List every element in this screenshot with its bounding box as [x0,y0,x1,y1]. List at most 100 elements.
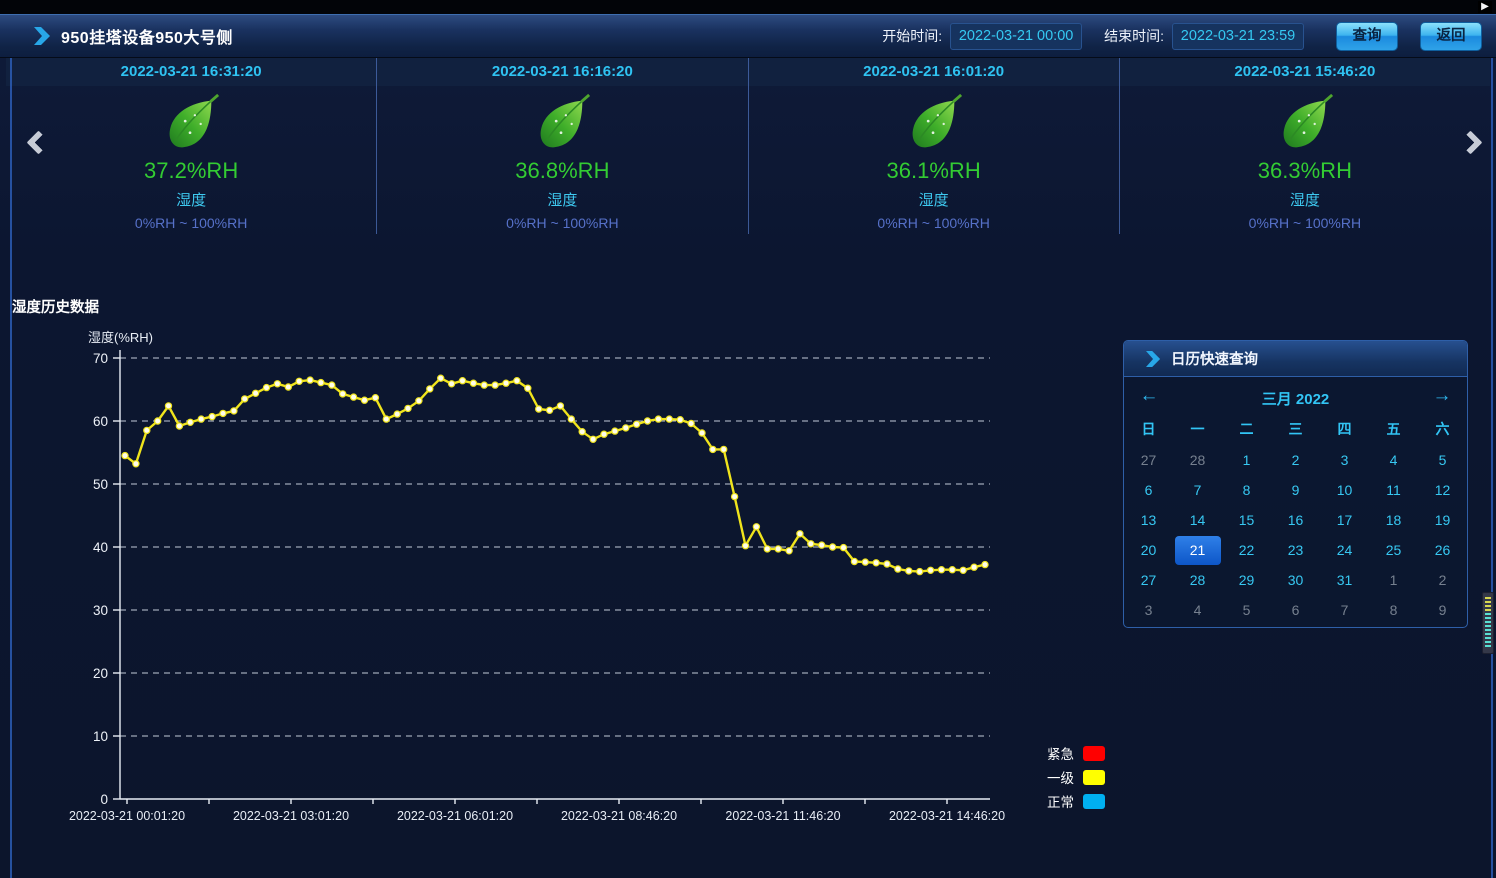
calendar-weekday: 日 [1124,417,1173,445]
calendar-next-month-button[interactable]: → [1429,385,1455,407]
sensor-card: 2022-03-21 15:46:20 36.3%RH 湿度 0%RH ~ 10… [1120,58,1490,234]
calendar-day[interactable]: 10 [1320,475,1369,505]
calendar-day[interactable]: 29 [1222,565,1271,595]
back-button[interactable]: 返回 [1420,22,1482,51]
calendar-day[interactable]: 6 [1124,475,1173,505]
svg-text:30: 30 [93,603,108,618]
legend-swatch [1083,770,1105,785]
calendar-weekday: 三 [1271,417,1320,445]
end-time-label: 结束时间: [1104,26,1164,46]
calendar-month-label: 三月 2022 [1124,388,1467,409]
calendar-day[interactable]: 4 [1369,445,1418,475]
calendar-day[interactable]: 12 [1418,475,1467,505]
calendar-day[interactable]: 28 [1173,565,1222,595]
calendar-day[interactable]: 6 [1271,595,1320,625]
calendar-day[interactable]: 9 [1418,595,1467,625]
metric-label: 湿度 [1290,189,1320,210]
calendar-day[interactable]: 28 [1173,445,1222,475]
calendar-day[interactable]: 3 [1124,595,1173,625]
legend-label: 正常 [1038,791,1074,811]
calendar-day[interactable]: 2 [1271,445,1320,475]
calendar-day[interactable]: 8 [1222,475,1271,505]
calendar-weekday: 五 [1369,417,1418,445]
calendar-weekday: 二 [1222,417,1271,445]
calendar-day[interactable]: 1 [1222,445,1271,475]
svg-text:10: 10 [93,729,108,744]
chevron-left-icon [26,130,50,154]
carousel-next-button[interactable] [1458,128,1492,162]
calendar-day[interactable]: 23 [1271,535,1320,565]
calendar-day[interactable]: 17 [1320,505,1369,535]
calendar-day[interactable]: 18 [1369,505,1418,535]
svg-text:2022-03-21 14:46:20: 2022-03-21 14:46:20 [889,809,1005,823]
calendar-day[interactable]: 8 [1369,595,1418,625]
calendar-header: 日历快速查询 [1124,341,1467,377]
calendar-day-grid: 2728123456789101112131415161718192021222… [1124,445,1467,625]
calendar-day[interactable]: 1 [1369,565,1418,595]
sensor-timestamp: 2022-03-21 16:01:20 [749,58,1119,86]
humidity-line-chart: 0102030405060702022-03-21 00:01:202022-0… [0,332,1040,837]
calendar-day[interactable]: 19 [1418,505,1467,535]
leaf-icon [903,92,965,154]
calendar-day[interactable]: 16 [1271,505,1320,535]
legend-swatch [1083,794,1105,809]
right-accent-line [1491,58,1493,878]
calendar-day[interactable]: 7 [1320,595,1369,625]
end-time-input[interactable]: 2022-03-21 23:59 [1172,23,1304,50]
legend-item: 紧急 [1038,741,1105,765]
calendar-weekday: 四 [1320,417,1369,445]
humidity-value: 36.3%RH [1258,158,1352,184]
calendar-day[interactable]: 26 [1418,535,1467,565]
calendar-day[interactable]: 4 [1173,595,1222,625]
query-button[interactable]: 查询 [1336,22,1398,51]
svg-text:60: 60 [93,414,108,429]
calendar-day[interactable]: 5 [1418,445,1467,475]
svg-text:70: 70 [93,351,108,366]
svg-text:2022-03-21 08:46:20: 2022-03-21 08:46:20 [561,809,677,823]
sensor-card: 2022-03-21 16:01:20 36.1%RH 湿度 0%RH ~ 10… [749,58,1120,234]
top-strip: ▶ [0,0,1496,14]
calendar-day[interactable]: 14 [1173,505,1222,535]
calendar-day[interactable]: 5 [1222,595,1271,625]
svg-text:50: 50 [93,477,108,492]
leaf-icon [531,92,593,154]
calendar-day[interactable]: 22 [1222,535,1271,565]
svg-text:20: 20 [93,666,108,681]
calendar-day[interactable]: 30 [1271,565,1320,595]
chart-title: 湿度历史数据 [12,296,99,317]
metric-label: 湿度 [547,189,577,210]
calendar-day[interactable]: 24 [1320,535,1369,565]
calendar-day[interactable]: 20 [1124,535,1173,565]
chevron-right-icon [1458,130,1482,154]
calendar-day[interactable]: 27 [1124,445,1173,475]
page-title: 950挂塔设备950大号侧 [61,24,233,48]
start-time-input[interactable]: 2022-03-21 00:00 [950,23,1082,50]
svg-text:2022-03-21 00:01:20: 2022-03-21 00:01:20 [69,809,185,823]
calendar-weekday: 六 [1418,417,1467,445]
humidity-value: 36.8%RH [515,158,609,184]
calendar-day[interactable]: 3 [1320,445,1369,475]
svg-text:2022-03-21 06:01:20: 2022-03-21 06:01:20 [397,809,513,823]
page-header: 950挂塔设备950大号侧 开始时间: 2022-03-21 00:00 结束时… [0,14,1496,58]
calendar-weekday-row: 日一二三四五六 [1124,417,1467,445]
legend-swatch [1083,746,1105,761]
calendar-day-selected[interactable]: 21 [1173,535,1222,565]
carousel-prev-button[interactable] [22,128,56,162]
calendar-day[interactable]: 31 [1320,565,1369,595]
range-label: 0%RH ~ 100%RH [135,215,247,231]
corner-cursor-icon: ▶ [1478,1,1492,13]
scroll-handle[interactable] [1482,592,1494,654]
app-root: ▶ 950挂塔设备950大号侧 开始时间: 2022-03-21 00:00 结… [0,0,1496,878]
legend-label: 紧急 [1038,743,1074,763]
calendar-day[interactable]: 25 [1369,535,1418,565]
calendar-day[interactable]: 9 [1271,475,1320,505]
calendar-day[interactable]: 7 [1173,475,1222,505]
calendar-panel: 日历快速查询 ← 三月 2022 → 日一二三四五六 2728123456789… [1123,340,1468,628]
calendar-day[interactable]: 15 [1222,505,1271,535]
calendar-day[interactable]: 11 [1369,475,1418,505]
calendar-day[interactable]: 2 [1418,565,1467,595]
start-time-label: 开始时间: [882,26,942,46]
calendar-day[interactable]: 13 [1124,505,1173,535]
calendar-day[interactable]: 27 [1124,565,1173,595]
chart-legend: 紧急一级正常 [1038,741,1105,813]
